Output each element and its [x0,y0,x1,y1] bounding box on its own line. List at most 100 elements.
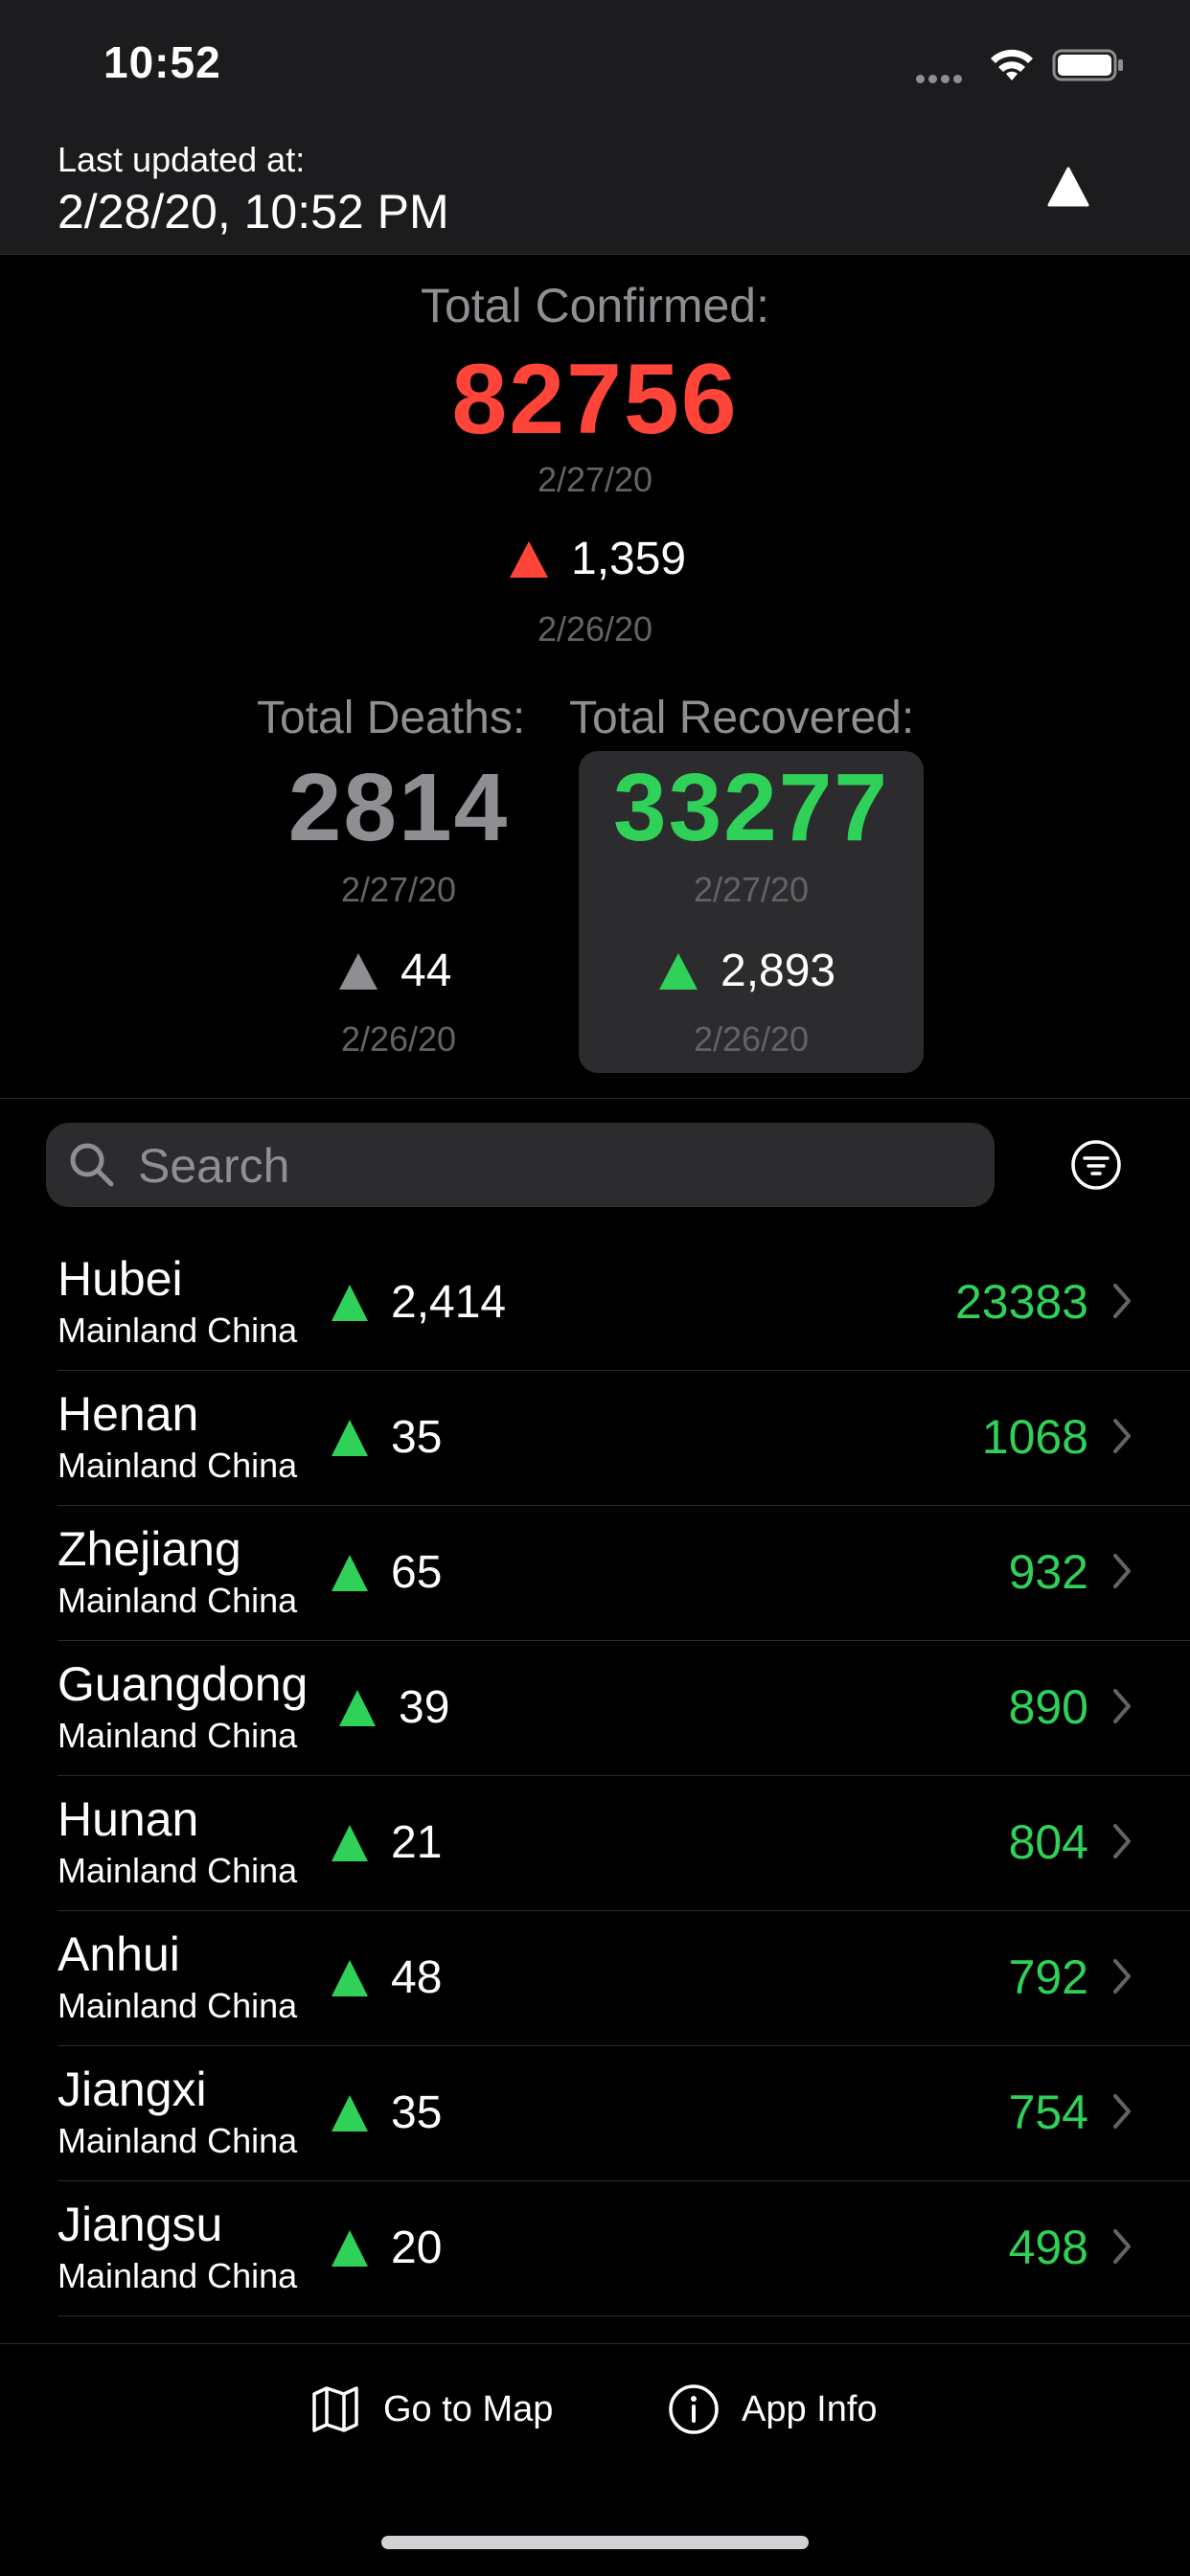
summary-divider [0,1098,1190,1099]
increase-triangle-icon [332,1284,368,1321]
region-country: Mainland China [57,1446,298,1485]
confirmed-delta-value: 1,359 [571,534,687,584]
region-delta-value: 39 [399,1682,450,1733]
total-recovered-date: 2/27/20 [693,870,810,909]
app-info-label: App Info [742,2388,878,2429]
recovered-delta: 2,893 [659,945,835,997]
recovered-delta-value: 2,893 [721,946,836,996]
search-icon [70,1143,114,1187]
region-value: 1068 [981,1410,1088,1464]
region-delta-value: 20 [391,2223,443,2273]
region-country: Mainland China [57,1581,298,1620]
region-delta-value: 35 [391,1412,443,1463]
go-to-map-button[interactable]: Go to Map [309,2382,553,2436]
region-delta: 65 [332,1546,442,1599]
increase-triangle-icon [332,1959,368,1996]
region-delta-value: 65 [391,1547,443,1598]
increase-triangle-icon [510,540,548,578]
chevron-right-icon [1113,1419,1131,1453]
deaths-delta-value: 44 [400,946,452,996]
row-divider [57,2315,1190,2316]
region-delta: 39 [339,1681,449,1734]
region-delta: 35 [332,1411,442,1464]
go-to-map-label: Go to Map [383,2388,554,2429]
top-bar: 10:52 Last updated at: 2/28/20, 10:52 PM [0,0,1190,255]
region-name: Henan [57,1387,199,1441]
chevron-right-icon [1113,1959,1131,1994]
region-country: Mainland China [57,1716,298,1755]
confirmed-delta: 1,359 [510,533,686,585]
list-item[interactable]: Hubei Mainland China 2,414 23383 [0,1236,1190,1371]
region-list[interactable]: Hubei Mainland China 2,414 23383 Henan M… [0,1236,1190,2343]
region-delta: 20 [332,2222,442,2274]
chevron-right-icon [1113,1554,1131,1588]
list-item[interactable]: Anhui Mainland China 48 792 [0,1911,1190,2046]
region-name: Guangdong [57,1657,309,1711]
region-delta: 21 [332,1816,442,1869]
region-value: 23383 [954,1275,1088,1329]
increase-triangle-icon [339,1689,376,1726]
chevron-right-icon [1113,2229,1131,2264]
deaths-delta: 44 [339,945,451,997]
total-confirmed-value[interactable]: 82756 [0,343,1190,457]
battery-icon [1052,49,1123,81]
chevron-right-icon [1113,1284,1131,1318]
region-delta: 2,414 [332,1276,506,1329]
list-item[interactable]: Zhejiang Mainland China 65 932 [0,1506,1190,1641]
total-confirmed-date: 2/27/20 [537,460,653,499]
total-recovered-value[interactable]: 33277 [579,753,924,863]
total-recovered-label: Total Recovered: [569,693,915,743]
chevron-right-icon [1113,1689,1131,1723]
list-item[interactable]: Jiangxi Mainland China 35 754 [0,2046,1190,2181]
list-item[interactable]: Hunan Mainland China 21 804 [0,1776,1190,1911]
region-delta-value: 2,414 [391,1277,507,1328]
increase-triangle-icon [332,1824,368,1861]
region-value: 792 [1008,1950,1088,2004]
region-value: 754 [1008,2086,1088,2139]
search-bar[interactable] [46,1123,995,1207]
increase-triangle-icon [659,952,698,990]
chevron-right-icon [1113,1824,1131,1858]
region-country: Mainland China [57,1311,298,1350]
last-updated-label: Last updated at: [57,140,306,179]
recovered-delta-date: 2/26/20 [693,1019,810,1059]
triangle-up-icon[interactable] [1046,165,1090,209]
region-country: Mainland China [57,1986,298,2025]
list-item[interactable]: Henan Mainland China 35 1068 [0,1371,1190,1506]
total-deaths-date: 2/27/20 [340,870,457,909]
region-delta: 48 [332,1951,442,2004]
total-deaths-label: Total Deaths: [257,693,526,743]
home-indicator [381,2536,809,2549]
cellular-signal-icon [916,71,973,83]
info-icon [669,2384,719,2434]
chevron-right-icon [1113,2094,1131,2129]
region-name: Jiangsu [57,2198,223,2251]
region-delta-value: 21 [391,1817,443,1868]
bottom-toolbar: Go to Map App Info [0,2343,1190,2576]
last-updated-value: 2/28/20, 10:52 PM [57,185,449,239]
region-name: Anhui [57,1927,180,1981]
increase-triangle-icon [332,2229,368,2267]
increase-triangle-icon [332,2094,368,2131]
region-delta: 35 [332,2086,442,2139]
region-country: Mainland China [57,1851,298,1890]
deaths-delta-date: 2/26/20 [340,1019,457,1059]
filter-icon[interactable] [1069,1138,1123,1192]
region-name: Hunan [57,1792,199,1846]
list-item[interactable]: Jiangsu Mainland China 20 498 [0,2181,1190,2316]
search-input[interactable] [136,1134,964,1197]
wifi-icon [991,49,1033,80]
total-deaths-value[interactable]: 2814 [226,753,571,863]
region-value: 804 [1008,1815,1088,1869]
app-info-button[interactable]: App Info [667,2382,878,2436]
total-confirmed-label: Total Confirmed: [420,279,770,332]
region-name: Zhejiang [57,1522,241,1576]
region-value: 498 [1008,2221,1088,2274]
increase-triangle-icon [332,1554,368,1591]
region-value: 932 [1008,1545,1088,1599]
region-name: Jiangxi [57,2063,207,2116]
list-item[interactable]: Guangdong Mainland China 39 890 [0,1641,1190,1776]
confirmed-delta-date: 2/26/20 [537,609,653,649]
region-value: 890 [1008,1680,1088,1734]
region-delta-value: 35 [391,2087,443,2138]
